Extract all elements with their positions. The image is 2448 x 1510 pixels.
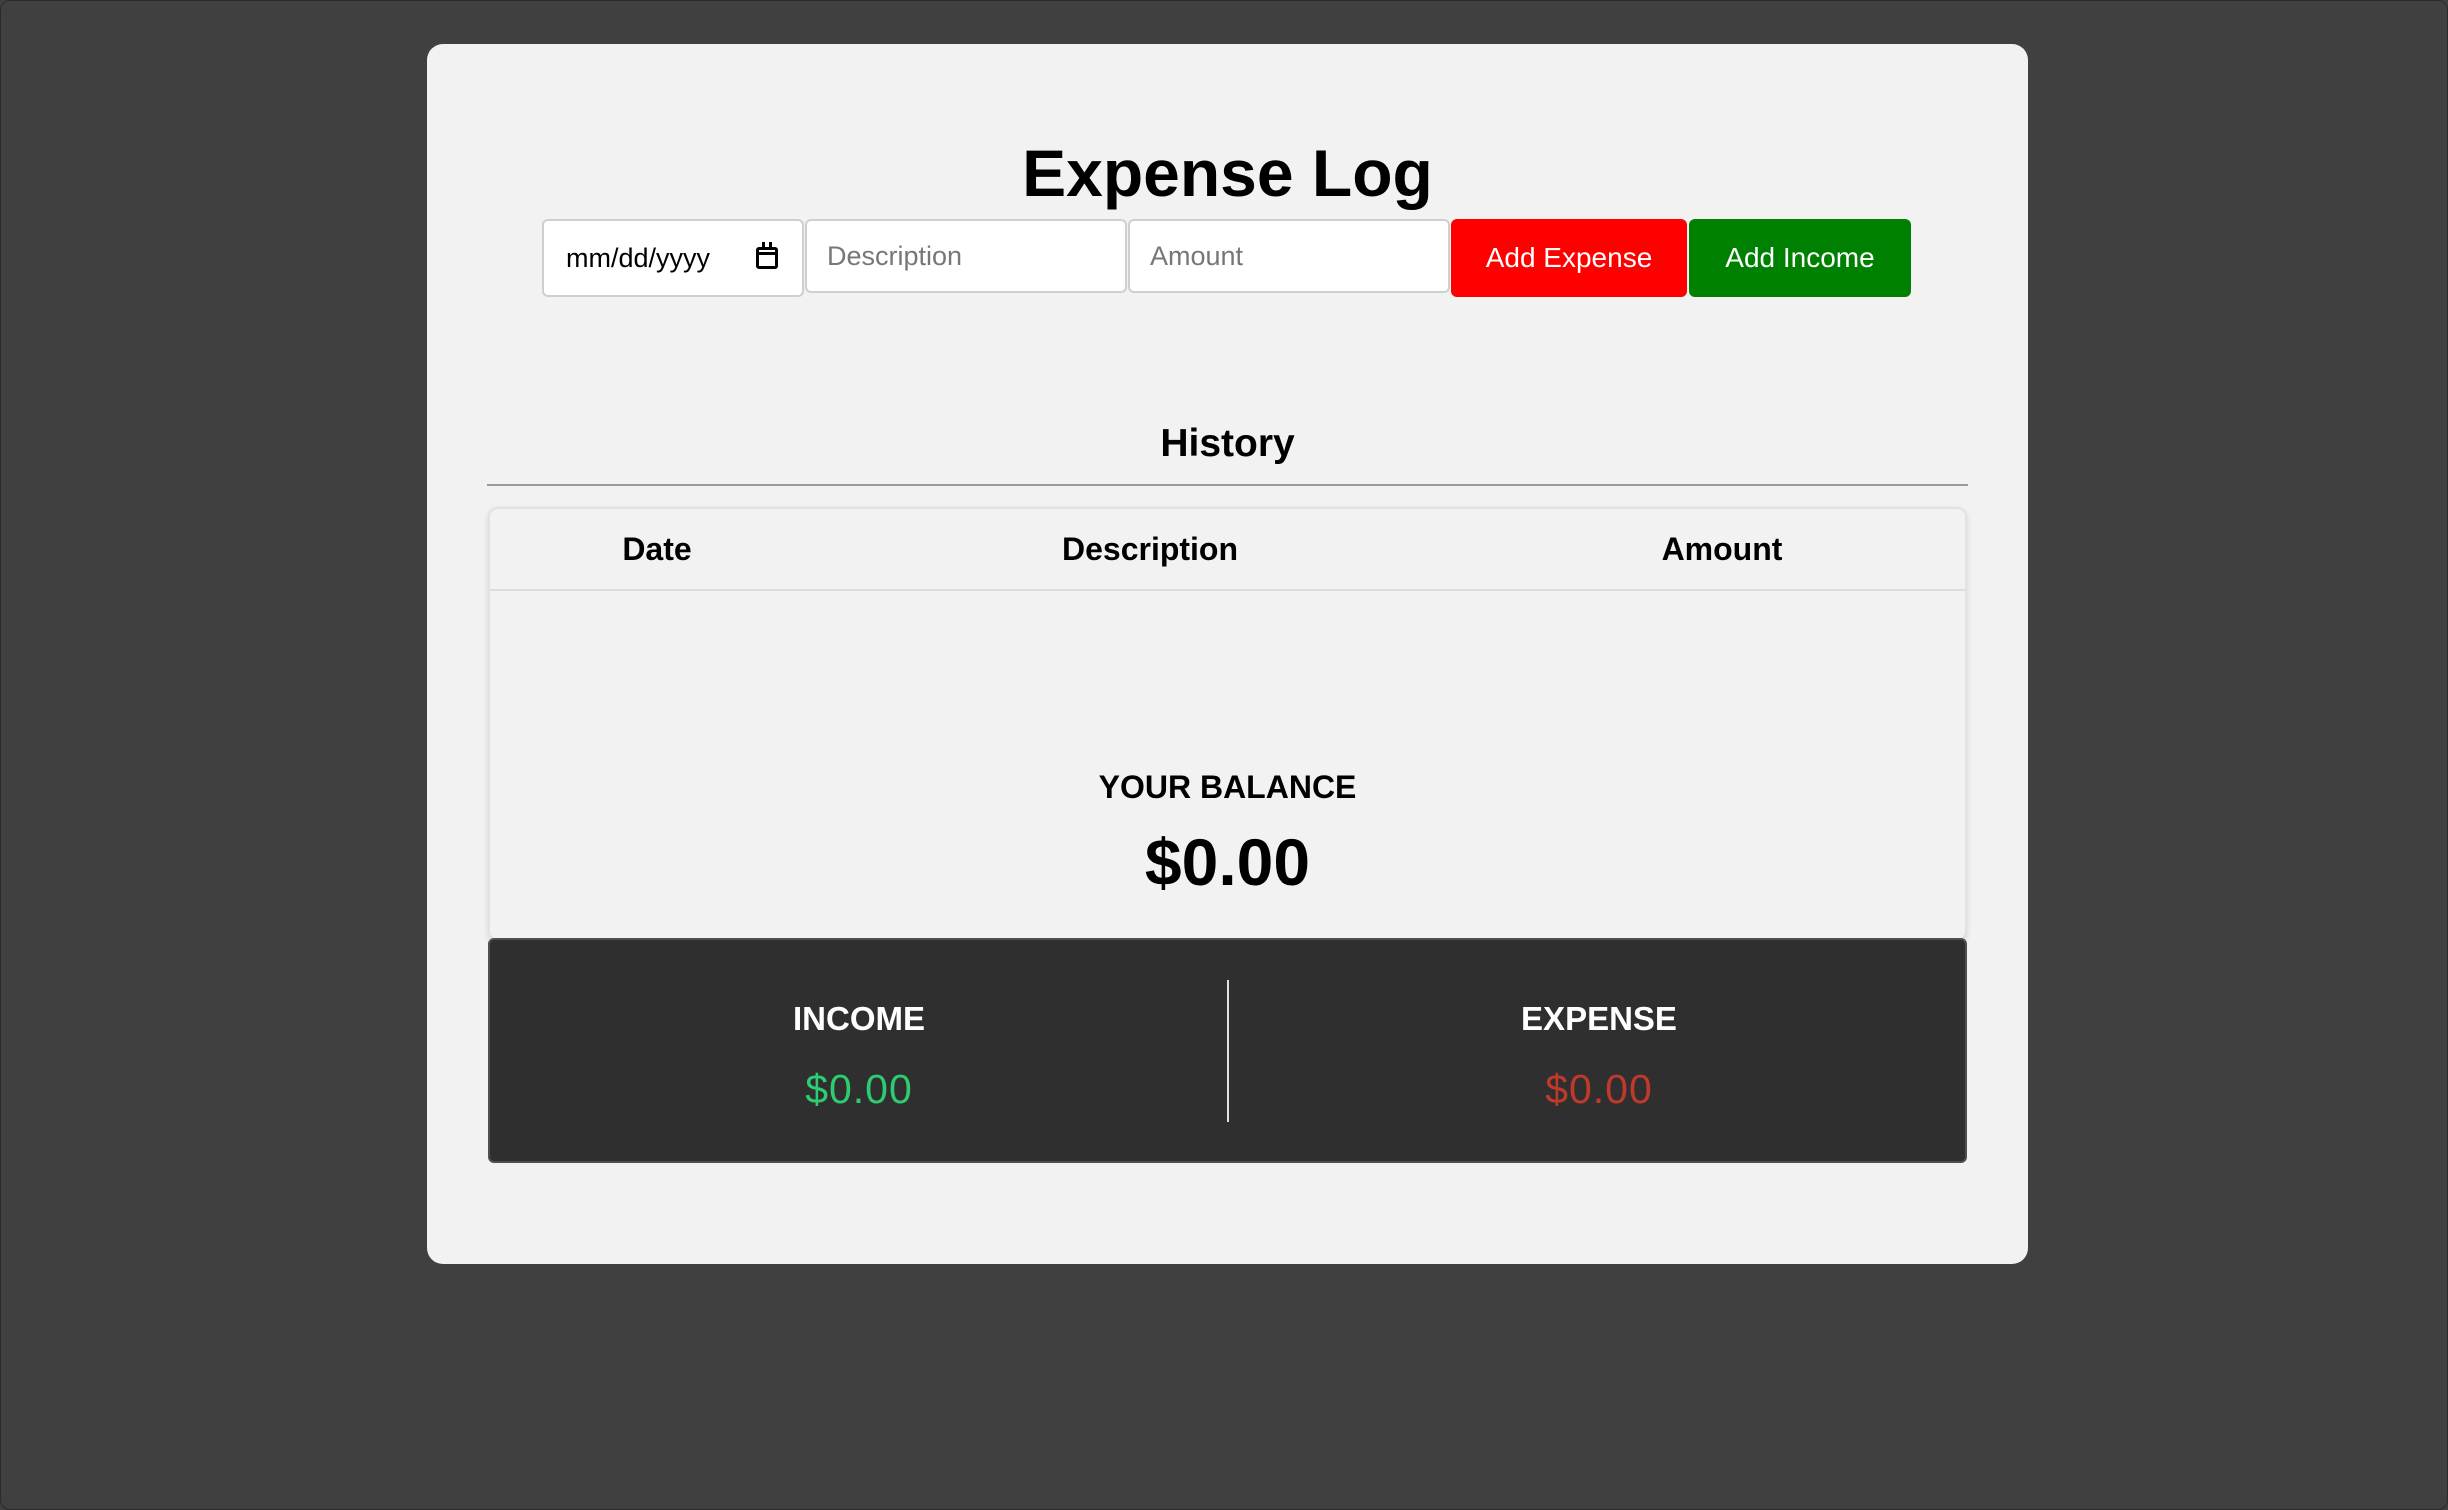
balance-value: $0.00 [1144, 825, 1311, 899]
column-header-amount: Amount [1661, 531, 1783, 567]
description-input[interactable] [805, 219, 1127, 293]
income-summary: INCOME $0.00 [490, 940, 1228, 1161]
income-expense-summary: INCOME $0.00 EXPENSE $0.00 [488, 938, 1967, 1163]
income-label: INCOME [793, 1000, 925, 1037]
column-header-date: Date [622, 531, 692, 567]
expense-summary: EXPENSE $0.00 [1230, 940, 1968, 1161]
expense-log-card: Expense Log mm/dd/yyyy Add Expense Add I… [427, 44, 2028, 1264]
history-divider [487, 484, 1968, 486]
expense-label: EXPENSE [1521, 1000, 1677, 1037]
table-header: Date Description Amount [490, 509, 1965, 591]
page-title: Expense Log [1022, 136, 1433, 210]
summary-divider [1227, 980, 1229, 1122]
column-header-description: Description [1061, 531, 1239, 567]
calendar-icon[interactable] [756, 242, 778, 269]
add-income-button[interactable]: Add Income [1689, 219, 1911, 297]
history-title: History [1160, 422, 1295, 465]
income-value: $0.00 [805, 1066, 913, 1112]
expense-value: $0.00 [1545, 1066, 1653, 1112]
amount-input[interactable] [1128, 219, 1450, 293]
history-table: Date Description Amount YOUR BALANCE $0.… [488, 507, 1967, 941]
date-input[interactable]: mm/dd/yyyy [542, 219, 804, 297]
balance-label: YOUR BALANCE [1098, 769, 1357, 805]
add-expense-button[interactable]: Add Expense [1451, 219, 1687, 297]
